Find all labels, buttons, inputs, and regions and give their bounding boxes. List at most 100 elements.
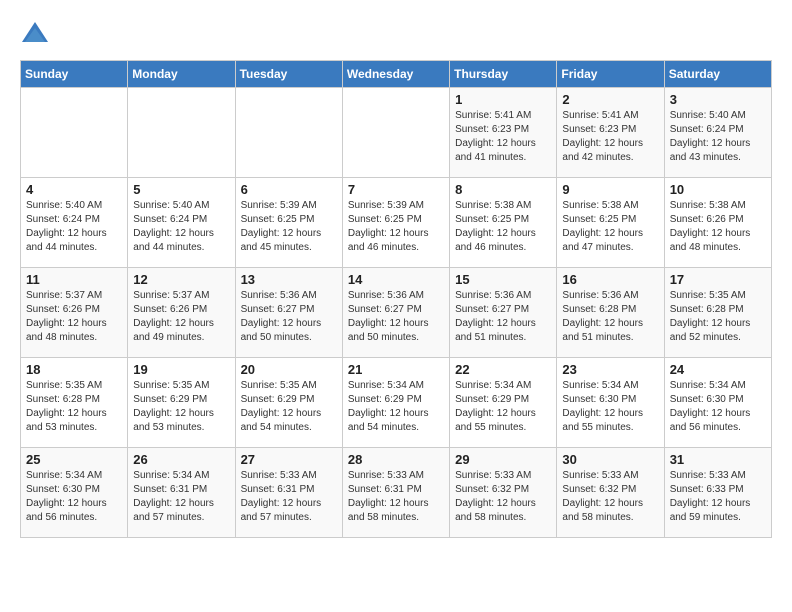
week-row-3: 18 Sunrise: 5:35 AM Sunset: 6:28 PM Dayli… [21,358,772,448]
calendar-cell: 1 Sunrise: 5:41 AM Sunset: 6:23 PM Daylig… [450,88,557,178]
day-info: Sunrise: 5:38 AM Sunset: 6:25 PM Dayligh… [455,199,551,255]
day-number: 14 [348,272,444,287]
header-day-sunday: Sunday [21,61,128,88]
day-number: 6 [241,182,337,197]
day-info: Sunrise: 5:39 AM Sunset: 6:25 PM Dayligh… [348,199,444,255]
day-info: Sunrise: 5:34 AM Sunset: 6:29 PM Dayligh… [348,379,444,435]
day-number: 28 [348,452,444,467]
day-info: Sunrise: 5:40 AM Sunset: 6:24 PM Dayligh… [670,109,766,165]
calendar-cell [21,88,128,178]
calendar-cell: 9 Sunrise: 5:38 AM Sunset: 6:25 PM Daylig… [557,178,664,268]
day-number: 3 [670,92,766,107]
week-row-1: 4 Sunrise: 5:40 AM Sunset: 6:24 PM Daylig… [21,178,772,268]
day-number: 11 [26,272,122,287]
day-number: 30 [562,452,658,467]
day-info: Sunrise: 5:37 AM Sunset: 6:26 PM Dayligh… [26,289,122,345]
day-number: 20 [241,362,337,377]
day-info: Sunrise: 5:40 AM Sunset: 6:24 PM Dayligh… [26,199,122,255]
day-number: 17 [670,272,766,287]
calendar-body: 1 Sunrise: 5:41 AM Sunset: 6:23 PM Daylig… [21,88,772,538]
day-number: 19 [133,362,229,377]
day-number: 13 [241,272,337,287]
day-number: 22 [455,362,551,377]
day-number: 9 [562,182,658,197]
calendar-cell: 11 Sunrise: 5:37 AM Sunset: 6:26 PM Dayli… [21,268,128,358]
calendar-cell: 17 Sunrise: 5:35 AM Sunset: 6:28 PM Dayli… [664,268,771,358]
calendar-cell: 2 Sunrise: 5:41 AM Sunset: 6:23 PM Daylig… [557,88,664,178]
header-day-thursday: Thursday [450,61,557,88]
header-day-monday: Monday [128,61,235,88]
day-info: Sunrise: 5:34 AM Sunset: 6:29 PM Dayligh… [455,379,551,435]
calendar-cell: 10 Sunrise: 5:38 AM Sunset: 6:26 PM Dayli… [664,178,771,268]
day-info: Sunrise: 5:36 AM Sunset: 6:27 PM Dayligh… [348,289,444,345]
day-number: 4 [26,182,122,197]
calendar-cell: 26Sunrise: 5:34 AM Sunset: 6:31 PM Dayli… [128,448,235,538]
day-number: 5 [133,182,229,197]
calendar-cell [128,88,235,178]
day-info: Sunrise: 5:34 AM Sunset: 6:30 PM Dayligh… [26,469,122,525]
day-number: 23 [562,362,658,377]
calendar-cell: 4 Sunrise: 5:40 AM Sunset: 6:24 PM Daylig… [21,178,128,268]
calendar-cell: 15Sunrise: 5:36 AM Sunset: 6:27 PM Dayli… [450,268,557,358]
header-day-saturday: Saturday [664,61,771,88]
day-info: Sunrise: 5:35 AM Sunset: 6:28 PM Dayligh… [670,289,766,345]
calendar-cell: 12 Sunrise: 5:37 AM Sunset: 6:26 PM Dayli… [128,268,235,358]
calendar-cell: 3 Sunrise: 5:40 AM Sunset: 6:24 PM Daylig… [664,88,771,178]
day-info: Sunrise: 5:37 AM Sunset: 6:26 PM Dayligh… [133,289,229,345]
day-info: Sunrise: 5:40 AM Sunset: 6:24 PM Dayligh… [133,199,229,255]
calendar-table: SundayMondayTuesdayWednesdayThursdayFrid… [20,60,772,538]
page-header [20,20,772,50]
day-info: Sunrise: 5:35 AM Sunset: 6:28 PM Dayligh… [26,379,122,435]
calendar-cell: 27 Sunrise: 5:33 AM Sunset: 6:31 PM Dayli… [235,448,342,538]
calendar-cell: 23Sunrise: 5:34 AM Sunset: 6:30 PM Dayli… [557,358,664,448]
day-info: Sunrise: 5:34 AM Sunset: 6:31 PM Dayligh… [133,469,229,525]
day-info: Sunrise: 5:33 AM Sunset: 6:31 PM Dayligh… [241,469,337,525]
header-day-friday: Friday [557,61,664,88]
day-info: Sunrise: 5:38 AM Sunset: 6:26 PM Dayligh… [670,199,766,255]
day-info: Sunrise: 5:33 AM Sunset: 6:32 PM Dayligh… [455,469,551,525]
day-number: 1 [455,92,551,107]
day-number: 12 [133,272,229,287]
calendar-cell: 14 Sunrise: 5:36 AM Sunset: 6:27 PM Dayli… [342,268,449,358]
day-number: 16 [562,272,658,287]
calendar-cell: 19 Sunrise: 5:35 AM Sunset: 6:29 PM Dayli… [128,358,235,448]
logo [20,20,54,50]
header-day-wednesday: Wednesday [342,61,449,88]
day-number: 2 [562,92,658,107]
day-number: 10 [670,182,766,197]
day-info: Sunrise: 5:41 AM Sunset: 6:23 PM Dayligh… [455,109,551,165]
day-info: Sunrise: 5:33 AM Sunset: 6:32 PM Dayligh… [562,469,658,525]
calendar-header: SundayMondayTuesdayWednesdayThursdayFrid… [21,61,772,88]
day-info: Sunrise: 5:33 AM Sunset: 6:31 PM Dayligh… [348,469,444,525]
day-info: Sunrise: 5:39 AM Sunset: 6:25 PM Dayligh… [241,199,337,255]
day-info: Sunrise: 5:36 AM Sunset: 6:28 PM Dayligh… [562,289,658,345]
calendar-cell: 28 Sunrise: 5:33 AM Sunset: 6:31 PM Dayli… [342,448,449,538]
day-number: 27 [241,452,337,467]
header-row: SundayMondayTuesdayWednesdayThursdayFrid… [21,61,772,88]
day-number: 8 [455,182,551,197]
day-info: Sunrise: 5:38 AM Sunset: 6:25 PM Dayligh… [562,199,658,255]
week-row-0: 1 Sunrise: 5:41 AM Sunset: 6:23 PM Daylig… [21,88,772,178]
day-number: 7 [348,182,444,197]
calendar-cell: 6 Sunrise: 5:39 AM Sunset: 6:25 PM Daylig… [235,178,342,268]
day-info: Sunrise: 5:35 AM Sunset: 6:29 PM Dayligh… [133,379,229,435]
calendar-cell: 30 Sunrise: 5:33 AM Sunset: 6:32 PM Dayli… [557,448,664,538]
week-row-2: 11 Sunrise: 5:37 AM Sunset: 6:26 PM Dayli… [21,268,772,358]
calendar-cell: 22 Sunrise: 5:34 AM Sunset: 6:29 PM Dayli… [450,358,557,448]
logo-icon [20,20,50,50]
calendar-cell [342,88,449,178]
calendar-cell: 13Sunrise: 5:36 AM Sunset: 6:27 PM Dayli… [235,268,342,358]
calendar-cell: 31Sunrise: 5:33 AM Sunset: 6:33 PM Dayli… [664,448,771,538]
calendar-cell: 18 Sunrise: 5:35 AM Sunset: 6:28 PM Dayli… [21,358,128,448]
calendar-cell: 29Sunrise: 5:33 AM Sunset: 6:32 PM Dayli… [450,448,557,538]
calendar-cell: 24Sunrise: 5:34 AM Sunset: 6:30 PM Dayli… [664,358,771,448]
calendar-cell: 5 Sunrise: 5:40 AM Sunset: 6:24 PM Daylig… [128,178,235,268]
day-number: 18 [26,362,122,377]
day-number: 24 [670,362,766,377]
day-number: 31 [670,452,766,467]
day-number: 25 [26,452,122,467]
calendar-cell: 7 Sunrise: 5:39 AM Sunset: 6:25 PM Daylig… [342,178,449,268]
calendar-cell: 25 Sunrise: 5:34 AM Sunset: 6:30 PM Dayli… [21,448,128,538]
calendar-cell: 16 Sunrise: 5:36 AM Sunset: 6:28 PM Dayli… [557,268,664,358]
day-info: Sunrise: 5:41 AM Sunset: 6:23 PM Dayligh… [562,109,658,165]
